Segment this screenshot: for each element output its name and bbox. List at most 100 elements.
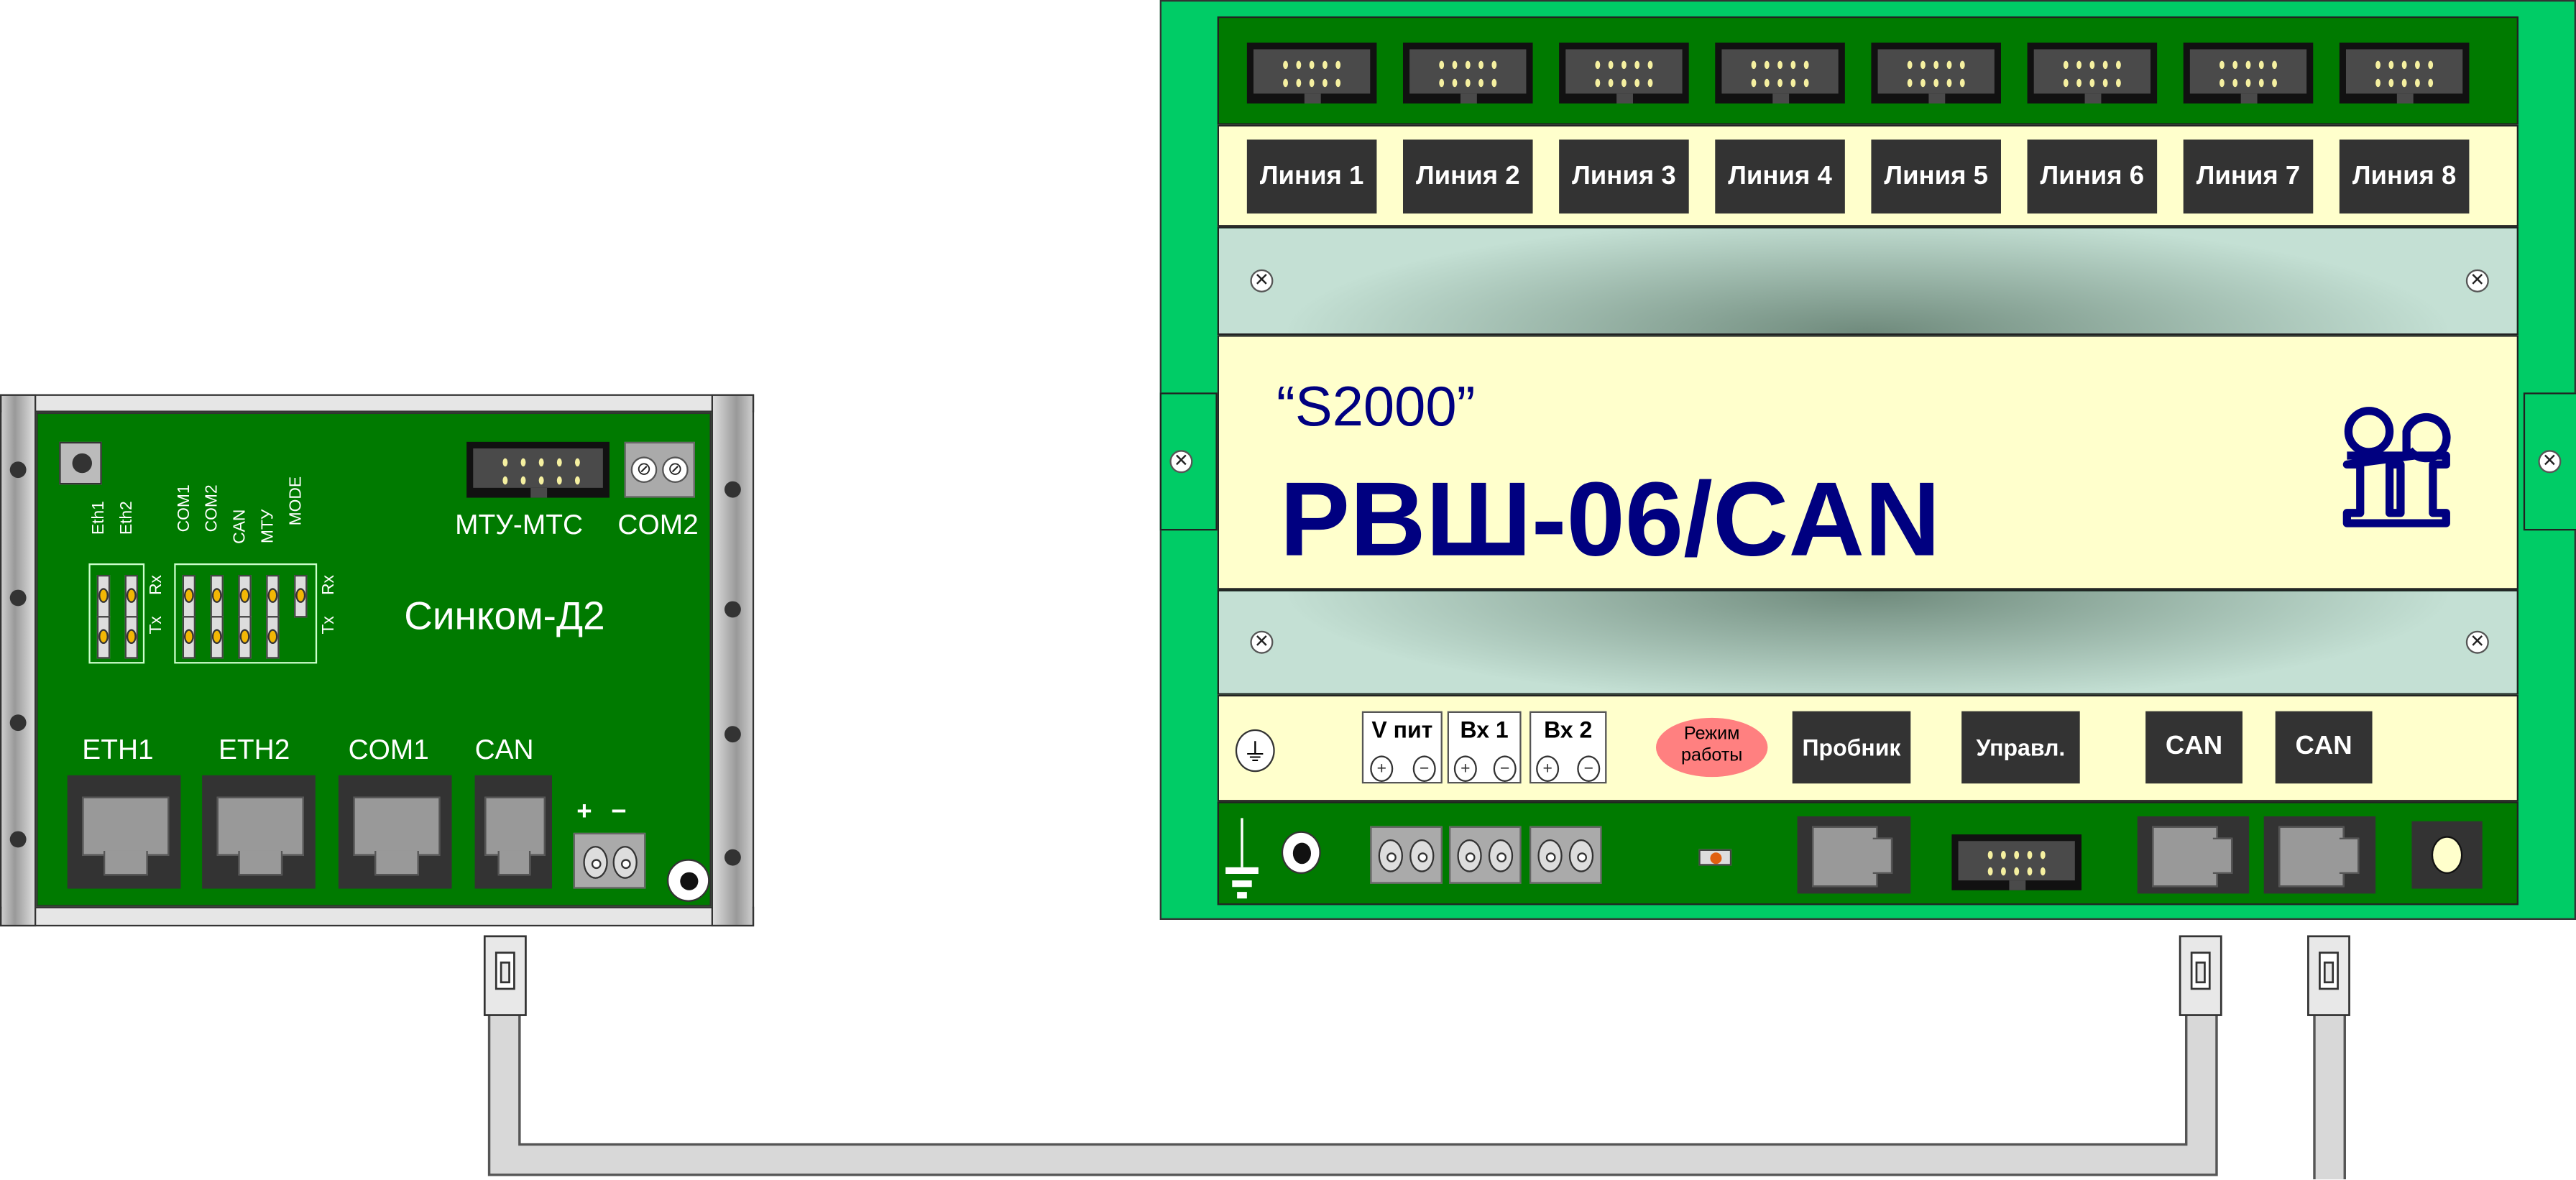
can-cable	[487, 1010, 2218, 1176]
vpit-terminal-label: V пит + −	[1361, 711, 1443, 784]
line-1-connector[interactable]	[1246, 42, 1377, 103]
probe-port[interactable]	[1797, 816, 1911, 894]
in1-terminal[interactable]	[1448, 826, 1522, 884]
line-6-connector[interactable]	[2027, 42, 2158, 103]
mode-indicator-label: Режим работы	[1655, 717, 1768, 778]
in2-label: Вх 2	[1544, 716, 1593, 743]
control-label: Управл.	[1961, 711, 2080, 784]
line-7-label: Линия 7	[2183, 139, 2314, 214]
line-3-connector[interactable]	[1559, 42, 1689, 103]
vpit-label: V пит	[1371, 716, 1433, 743]
led-label-can: CAN	[231, 509, 250, 544]
line-4-label: Линия 4	[1715, 139, 1845, 214]
line-2-label: Линия 2	[1402, 139, 1533, 214]
power-terminal[interactable]	[573, 832, 646, 889]
rj-plug-left	[483, 935, 527, 1016]
control-header-connector[interactable]	[1951, 834, 2082, 890]
led-label-com1: COM1	[175, 484, 194, 533]
com1-port[interactable]	[338, 775, 452, 889]
port-label-eth1: ETH1	[82, 734, 154, 766]
can1-label: CAN	[2145, 711, 2242, 784]
line-5-connector[interactable]	[1871, 42, 2001, 103]
tx-label: Tx	[320, 616, 339, 635]
minus-icon: −	[1493, 755, 1517, 782]
mtu-mts-header-connector[interactable]	[466, 441, 610, 498]
can2-port[interactable]	[2263, 816, 2376, 894]
tx-label: Tx	[147, 616, 166, 635]
in1-terminal-label: Вх 1 + −	[1447, 711, 1522, 784]
ground-icon	[1225, 818, 1259, 899]
port-label-can: CAN	[474, 734, 534, 766]
upper-cover	[1217, 226, 2518, 336]
sinkom-d2-device: МТУ-МТС ⊘ ⊘ COM2 Eth1 Eth2 COM1 COM2 CAN …	[0, 394, 755, 927]
led-label-eth2: Eth2	[118, 501, 137, 535]
wiring-diagram: МТУ-МТС ⊘ ⊘ COM2 Eth1 Eth2 COM1 COM2 CAN …	[0, 0, 2576, 1180]
line-4-connector[interactable]	[1715, 42, 1845, 103]
pcb: МТУ-МТС ⊘ ⊘ COM2 Eth1 Eth2 COM1 COM2 CAN …	[36, 412, 712, 907]
rail-bolt-icon	[724, 481, 741, 498]
vpit-terminal[interactable]	[1370, 826, 1443, 884]
rj-plug-middle	[2179, 935, 2222, 1016]
eth2-port[interactable]	[202, 775, 316, 889]
top-rail	[0, 394, 755, 412]
in2-terminal[interactable]	[1529, 826, 1602, 884]
minus-icon: −	[1577, 755, 1601, 782]
port-label-eth2: ETH2	[218, 734, 290, 766]
line-6-label: Линия 6	[2027, 139, 2158, 214]
rail-bolt-icon	[9, 831, 27, 848]
probe-label: Пробник	[1792, 711, 1911, 784]
right-rail	[711, 394, 755, 927]
ground-socket[interactable]	[1281, 831, 1321, 874]
mode-led-icon	[1698, 849, 1732, 866]
mtu-mts-label: МТУ-МТС	[455, 509, 584, 540]
screw-icon: ✕	[1250, 269, 1274, 292]
rail-bolt-icon	[9, 714, 27, 732]
led-group-interfaces	[174, 563, 318, 664]
rx-label: Rx	[320, 574, 339, 595]
plus-icon: +	[1536, 755, 1560, 782]
tamper-button[interactable]	[2411, 821, 2483, 889]
eth1-port[interactable]	[67, 775, 181, 889]
lower-cover	[1217, 589, 2518, 695]
mounting-hole	[666, 859, 710, 902]
rail-bolt-icon	[9, 589, 27, 607]
screw-icon: ✕	[2465, 269, 2489, 292]
port-label-com1: COM1	[348, 734, 429, 766]
rail-bolt-icon	[9, 461, 27, 479]
series-label: “S2000”	[1276, 376, 1476, 439]
rj-plug-right	[2307, 935, 2350, 1016]
can1-port[interactable]	[2137, 816, 2250, 894]
line-7-connector[interactable]	[2183, 42, 2314, 103]
rail-bolt-icon	[724, 849, 741, 866]
ground-label-icon: ⏚	[1235, 729, 1275, 773]
line-2-connector[interactable]	[1402, 42, 1533, 103]
reset-button[interactable]	[59, 441, 102, 485]
line-8-connector[interactable]	[2339, 42, 2470, 103]
led-label-mode: MODE	[287, 476, 306, 526]
led-label-mty: МТУ	[259, 509, 278, 544]
model-title: РВШ-06/CAN	[1279, 459, 1941, 579]
rail-bolt-icon	[724, 601, 741, 618]
can-port[interactable]	[474, 775, 552, 889]
com2-label: COM2	[617, 509, 699, 540]
com2-terminal[interactable]: ⊘ ⊘	[624, 441, 695, 498]
can2-label: CAN	[2275, 711, 2373, 784]
bolid-logo-icon	[2342, 407, 2451, 527]
led-label-com2: COM2	[203, 484, 222, 533]
line-3-label: Линия 3	[1559, 139, 1689, 214]
line-8-label: Линия 8	[2339, 139, 2470, 214]
screw-icon: ✕	[2538, 450, 2562, 474]
led-label-eth1: Eth1	[90, 501, 109, 535]
in1-label: Вх 1	[1460, 716, 1509, 743]
screw-icon: ✕	[1169, 450, 1193, 474]
in2-terminal-label: Вх 2 + −	[1529, 711, 1607, 784]
rx-label: Rx	[147, 574, 166, 595]
screw-icon: ✕	[2465, 630, 2489, 654]
screw-icon: ✕	[1250, 630, 1274, 654]
plus-icon: +	[1453, 755, 1477, 782]
rvsh-06-can-device: ✕ ✕ “S2000” РВШ-06/CAN ✕ ✕ ✕ ✕ ⏚ V пит +…	[1159, 0, 2576, 920]
plus-icon: +	[1370, 755, 1394, 782]
led-group-eth	[88, 563, 145, 664]
device-name: Синком-Д2	[404, 594, 605, 640]
minus-label: −	[611, 798, 627, 826]
